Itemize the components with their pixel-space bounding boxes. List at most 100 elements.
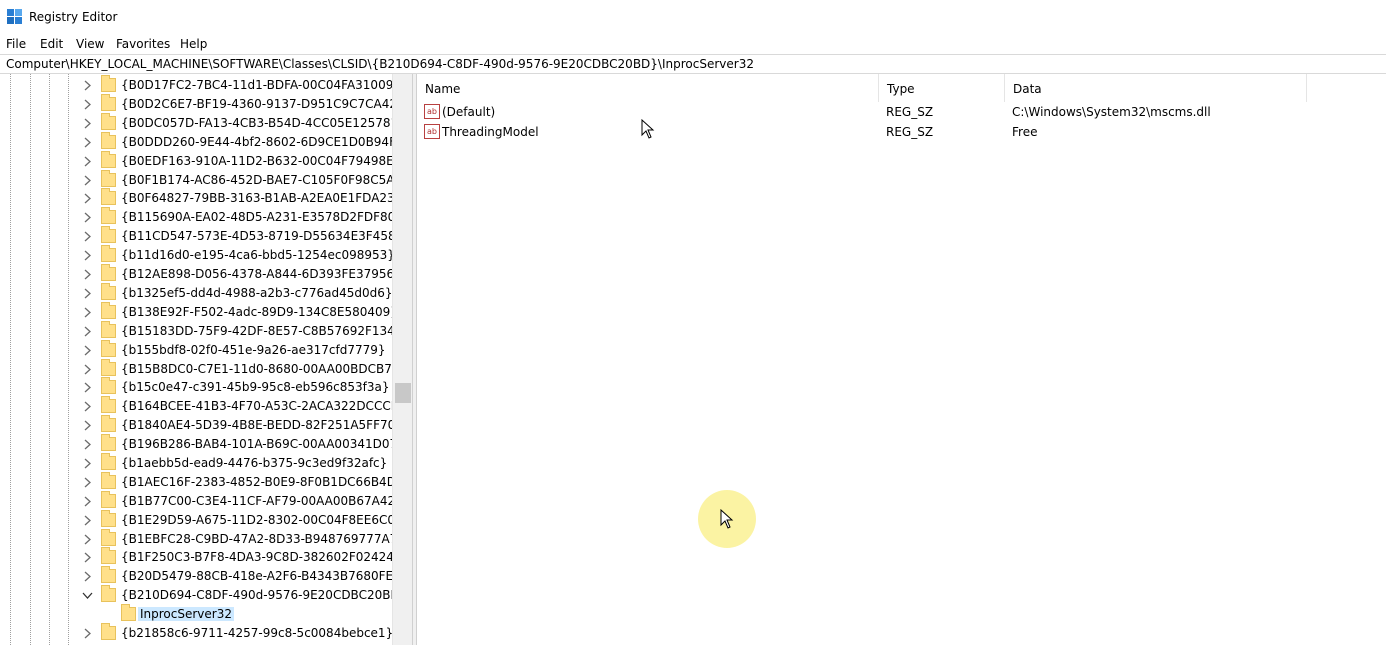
expand-chevron-icon[interactable]	[82, 477, 93, 488]
tree-item[interactable]: {B1F250C3-B7F8-4DA3-9C8D-382602F02424}	[0, 547, 402, 567]
folder-icon	[101, 113, 116, 130]
value-name: ThreadingModel	[442, 125, 539, 139]
folder-icon	[101, 188, 116, 205]
expand-chevron-icon[interactable]	[82, 534, 93, 545]
value-type: REG_SZ	[886, 125, 934, 139]
expand-chevron-icon[interactable]	[82, 193, 93, 204]
tree-item[interactable]: {B0D17FC2-7BC4-11d1-BDFA-00C04FA31009}	[0, 75, 401, 95]
tree-item[interactable]: {B20D5479-88CB-418e-A2F6-B4343B7680FE}	[0, 566, 401, 586]
tree-item-label: {b1325ef5-dd4d-4988-a2b3-c776ad45d0d6}	[121, 286, 393, 300]
tree-scrollbar-thumb[interactable]	[395, 383, 411, 403]
menu-bar: File Edit View Favorites Help	[0, 34, 1386, 54]
expand-chevron-icon[interactable]	[82, 382, 93, 393]
address-path[interactable]: Computer\HKEY_LOCAL_MACHINE\SOFTWARE\Cla…	[6, 57, 754, 71]
address-bar[interactable]: Computer\HKEY_LOCAL_MACHINE\SOFTWARE\Cla…	[0, 54, 1386, 74]
tree-item[interactable]: {b1aebb5d-ead9-4476-b375-9c3ed9f32afc}	[0, 453, 392, 473]
tree-item-label: {B0DDD260-9E44-4bf2-8602-6D9CE1D0B94F}	[121, 135, 404, 149]
collapse-chevron-icon[interactable]	[82, 590, 93, 601]
expand-chevron-icon[interactable]	[82, 307, 93, 318]
expand-chevron-icon[interactable]	[82, 458, 93, 469]
tree-item[interactable]: {B164BCEE-41B3-4F70-A53C-2ACA322DCCCB}	[0, 396, 407, 416]
values-list[interactable]: Name Type Data ab (Default) REG_SZ C:\Wi…	[417, 74, 1386, 645]
expand-chevron-icon[interactable]	[82, 250, 93, 261]
expand-chevron-icon[interactable]	[82, 137, 93, 148]
value-row-threadingmodel[interactable]: ab ThreadingModel REG_SZ Free	[417, 122, 1386, 142]
tree-item[interactable]: {b21858c6-9711-4257-99c8-5c0084bebce1}	[0, 623, 394, 643]
tree-item-label: {B1AEC16F-2383-4852-B0E9-8F0B1DC66B4D}	[121, 475, 404, 489]
tree-item[interactable]: {B0F1B174-AC86-452D-BAE7-C105F0F98C5A}	[0, 170, 402, 190]
tree-item[interactable]: {B1AEC16F-2383-4852-B0E9-8F0B1DC66B4D}	[0, 472, 404, 492]
expand-chevron-icon[interactable]	[82, 628, 93, 639]
folder-icon	[101, 151, 116, 168]
expand-chevron-icon[interactable]	[82, 552, 93, 563]
tree-item[interactable]: {B11CD547-573E-4D53-8719-D55634E3F458}	[0, 226, 403, 246]
expand-chevron-icon[interactable]	[82, 212, 93, 223]
tree-item[interactable]: {B115690A-EA02-48D5-A231-E3578D2FDF80}	[0, 207, 403, 227]
tree-item[interactable]: {b155bdf8-02f0-451e-9a26-ae317cfd7779}	[0, 340, 392, 360]
menu-help[interactable]: Help	[180, 37, 207, 51]
column-header-name[interactable]: Name	[417, 74, 879, 102]
tree-item[interactable]: {b11d16d0-e195-4ca6-bbd5-1254ec098953}	[0, 245, 395, 265]
tree-item-selected[interactable]: InprocServer32	[0, 604, 392, 624]
tree-item-label: InprocServer32	[138, 607, 234, 621]
tree-item[interactable]: {B1B77C00-C3E4-11CF-AF79-00AA00B67A42}	[0, 491, 403, 511]
tree-item[interactable]: {B12AE898-D056-4378-A844-6D393FE37956}	[0, 264, 402, 284]
tree-item-label: {B196B286-BAB4-101A-B69C-00AA00341D07}	[121, 437, 405, 451]
tree-item-label: {B1840AE4-5D39-4B8E-BEDD-82F251A5FF70}	[121, 418, 403, 432]
menu-edit[interactable]: Edit	[40, 37, 63, 51]
tree-item[interactable]: {B138E92F-F502-4adc-89D9-134C8E580409}	[0, 302, 398, 322]
folder-icon	[101, 566, 116, 583]
expand-chevron-icon[interactable]	[82, 175, 93, 186]
value-data: C:\Windows\System32\mscms.dll	[1012, 105, 1211, 119]
menu-view[interactable]: View	[76, 37, 104, 51]
expand-chevron-icon[interactable]	[82, 269, 93, 280]
expand-chevron-icon[interactable]	[82, 496, 93, 507]
tree-item[interactable]: {B210D694-C8DF-490d-9576-9E20CDBC20BD}	[0, 585, 407, 605]
tree-item[interactable]: {B0D2C6E7-BF19-4360-9137-D951C9C7CA42}	[0, 94, 405, 114]
expand-chevron-icon[interactable]	[82, 231, 93, 242]
expand-chevron-icon[interactable]	[82, 420, 93, 431]
column-header-type[interactable]: Type	[879, 74, 1005, 102]
expand-chevron-icon[interactable]	[82, 345, 93, 356]
expand-chevron-icon[interactable]	[82, 515, 93, 526]
expand-chevron-icon[interactable]	[82, 401, 93, 412]
menu-favorites[interactable]: Favorites	[116, 37, 170, 51]
expand-chevron-icon[interactable]	[82, 99, 93, 110]
mouse-cursor-icon	[720, 509, 734, 529]
window-title: Registry Editor	[29, 10, 118, 24]
tree-item[interactable]: {B1840AE4-5D39-4B8E-BEDD-82F251A5FF70}	[0, 415, 403, 435]
tree-item-label: {B1E29D59-A675-11D2-8302-00C04F8EE6C0}	[121, 513, 403, 527]
tree-item-label: {B1F250C3-B7F8-4DA3-9C8D-382602F02424}	[121, 550, 402, 564]
tree-item[interactable]: {B1EBFC28-C9BD-47A2-8D33-B948769777A7}	[0, 529, 405, 549]
tree-item[interactable]: {B0EDF163-910A-11D2-B632-00C04F79498E}	[0, 151, 401, 171]
tree-item[interactable]: {B0F64827-79BB-3163-B1AB-A2EA0E1FDA23}	[0, 188, 402, 208]
key-tree[interactable]: {B0D17FC2-7BC4-11d1-BDFA-00C04FA31009} {B…	[0, 74, 412, 645]
tree-item[interactable]: {B15B8DC0-C7E1-11d0-8680-00AA00BDCB71}	[0, 359, 407, 379]
tree-item-label: {b15c0e47-c391-45b9-95c8-eb596c853f3a}	[121, 380, 390, 394]
tree-item[interactable]: {B0DC057D-FA13-4CB3-B54D-4CC05E125781}	[0, 113, 406, 133]
expand-chevron-icon[interactable]	[82, 80, 93, 91]
expand-chevron-icon[interactable]	[82, 156, 93, 167]
tree-item-label: {B11CD547-573E-4D53-8719-D55634E3F458}	[121, 229, 404, 243]
expand-chevron-icon[interactable]	[82, 364, 93, 375]
expand-chevron-icon[interactable]	[82, 326, 93, 337]
tree-item[interactable]: {b1325ef5-dd4d-4988-a2b3-c776ad45d0d6}	[0, 283, 393, 303]
tree-item-label: {B115690A-EA02-48D5-A231-E3578D2FDF80}	[121, 210, 403, 224]
tree-item[interactable]: {B1E29D59-A675-11D2-8302-00C04F8EE6C0}	[0, 510, 403, 530]
folder-icon	[101, 264, 116, 281]
expand-chevron-icon[interactable]	[82, 288, 93, 299]
expand-chevron-icon[interactable]	[82, 118, 93, 129]
value-row-default[interactable]: ab (Default) REG_SZ C:\Windows\System32\…	[417, 102, 1386, 122]
tree-item[interactable]: {B196B286-BAB4-101A-B69C-00AA00341D07}	[0, 434, 405, 454]
expand-chevron-icon[interactable]	[82, 439, 93, 450]
tree-item[interactable]: {B15183DD-75F9-42DF-8E57-C8B57692F134}	[0, 321, 402, 341]
folder-icon	[101, 132, 116, 149]
tree-item-label: {b21858c6-9711-4257-99c8-5c0084bebce1}	[121, 626, 394, 640]
folder-icon	[101, 434, 116, 451]
tree-item[interactable]: {b15c0e47-c391-45b9-95c8-eb596c853f3a}	[0, 377, 392, 397]
tree-item[interactable]: {B0DDD260-9E44-4bf2-8602-6D9CE1D0B94F}	[0, 132, 404, 152]
tree-scrollbar[interactable]	[392, 74, 412, 645]
menu-file[interactable]: File	[6, 37, 26, 51]
column-header-data[interactable]: Data	[1005, 74, 1307, 102]
expand-chevron-icon[interactable]	[82, 571, 93, 582]
